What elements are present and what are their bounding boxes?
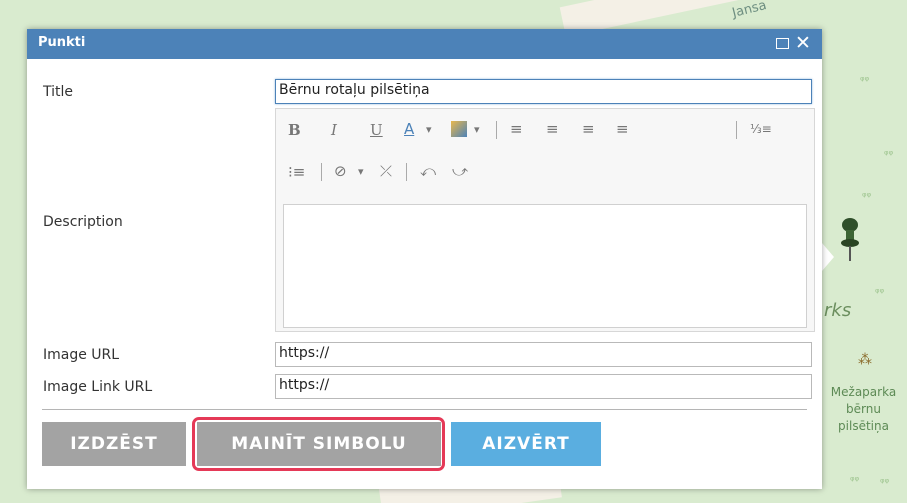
road-label: Jansa [730,0,769,21]
toolbar-separator [496,121,497,139]
unlink-icon[interactable]: ⤫ [380,163,392,179]
link-icon[interactable]: ⊘ [334,163,347,179]
poi-icon: ⁂ [858,352,872,368]
popup-titlebar[interactable]: Punkti ✕ [27,29,822,59]
image-link-url-input[interactable]: https:// [275,374,812,399]
delete-button[interactable]: IZDZĒST [42,422,186,466]
undo-icon[interactable]: ⤺ [420,163,436,179]
tree-icon: ᵠᵠ [862,190,872,203]
tree-icon: ᵠᵠ [850,474,860,487]
align-right-icon[interactable]: ≡ [582,121,595,137]
highlight-color-icon[interactable] [451,121,467,137]
description-label: Description [43,214,123,230]
align-justify-icon[interactable]: ≡ [616,121,629,137]
image-url-input[interactable]: https:// [275,342,812,367]
tree-icon: ᵠᵠ [860,74,870,87]
link-dropdown[interactable]: ▾ [358,164,364,180]
toolbar-separator [736,121,737,139]
tree-icon: ᵠᵠ [880,476,890,489]
underline-button[interactable]: U [370,122,383,138]
maximize-icon[interactable] [776,38,789,49]
close-button[interactable]: AIZVĒRT [451,422,601,466]
poi-label: Mežaparka bērnu pilsētiņa [820,384,907,435]
park-label: rks [824,300,852,321]
divider [42,409,807,410]
align-center-icon[interactable]: ≡ [546,121,559,137]
toolbar-separator [321,163,322,181]
poi-label-line: bērnu [846,402,881,416]
tree-icon: ᵠᵠ [875,286,885,299]
tree-icon: ᵠᵠ [884,148,894,161]
italic-button[interactable]: I [331,122,337,138]
font-color-dropdown[interactable]: ▾ [426,122,432,138]
bullet-list-icon[interactable]: ⁝≡ [288,164,305,180]
numbered-list-icon[interactable]: ⅓≡ [750,121,772,137]
bold-button[interactable]: B [288,122,301,138]
description-editor-area[interactable] [283,204,807,328]
align-left-icon[interactable]: ≡ [510,121,523,137]
map-pin-icon[interactable] [840,216,860,262]
popup-pointer [822,243,834,271]
popup-title: Punkti [38,35,86,50]
popup-dialog: Punkti ✕ Title Bērnu rotaļu pilsētiņa De… [27,29,822,489]
redo-icon[interactable]: ⤻ [452,163,468,179]
title-input[interactable]: Bērnu rotaļu pilsētiņa [275,79,812,104]
toolbar-separator [406,163,407,181]
font-color-button[interactable]: A [404,121,414,137]
rich-text-editor: B I U A ▾ ▾ ≡ ≡ ≡ ≡ ⅓≡ ⁝≡ ⊘ ▾ ⤫ ⤺ ⤻ [275,108,815,332]
highlight-frame [192,417,445,471]
image-link-url-label: Image Link URL [43,379,153,395]
close-icon[interactable]: ✕ [795,32,811,54]
poi-label-line: pilsētiņa [838,419,889,433]
image-url-label: Image URL [43,347,120,363]
poi-label-line: Mežaparka [830,385,897,399]
highlight-color-dropdown[interactable]: ▾ [474,122,480,138]
title-label: Title [43,84,74,100]
